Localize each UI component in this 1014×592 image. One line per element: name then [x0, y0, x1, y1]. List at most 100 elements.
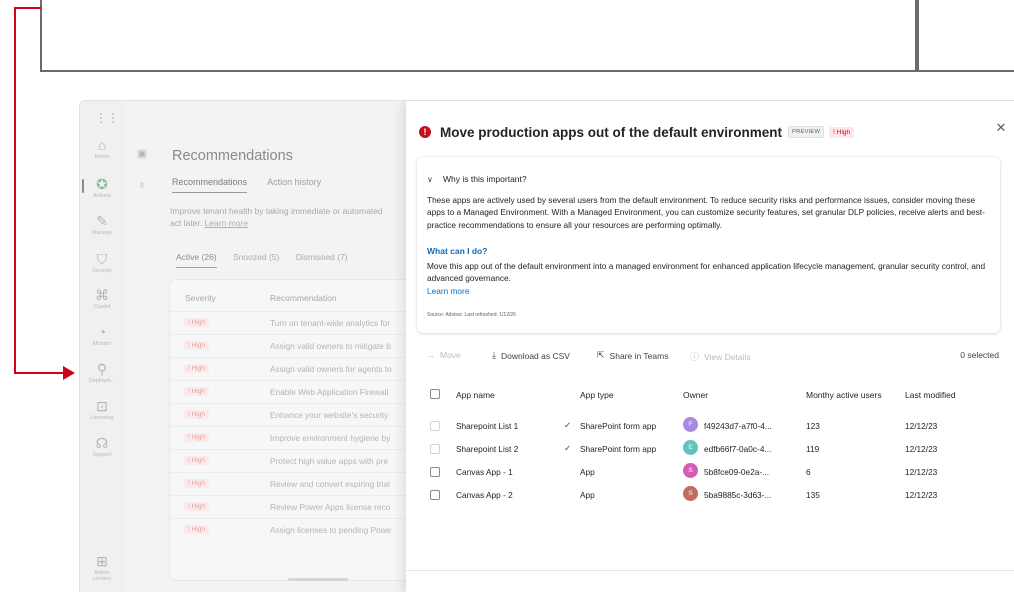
- why-text: These apps are actively used by several …: [427, 195, 985, 230]
- rail-label: Home: [94, 154, 110, 160]
- actions-icon: ✪: [96, 176, 108, 192]
- rail-item-security[interactable]: ⛉ Security: [80, 251, 124, 274]
- column-header-last-modified[interactable]: Last modified: [905, 390, 956, 400]
- rail-item-deployment[interactable]: ⚲ Deploym...: [80, 361, 124, 384]
- table-row[interactable]: Sharepoint List 2 ✓ SharePoint form app …: [421, 438, 1006, 461]
- chevron-down-icon: ∨: [427, 174, 433, 184]
- column-header-severity[interactable]: Severity: [185, 293, 216, 303]
- table-row[interactable]: Canvas App - 1 App S 5b8fce09-0e2a-... 6…: [421, 461, 1006, 484]
- why-important-toggle[interactable]: ∨ Why is this important?: [427, 174, 527, 184]
- app-type: SharePoint form app: [580, 421, 657, 431]
- panel-title: Move production apps out of the default …: [440, 124, 783, 140]
- app-launcher-icon[interactable]: ⋮⋮: [95, 112, 119, 124]
- recommendation-text: Assign valid owners to mitigate b: [270, 341, 391, 351]
- close-icon[interactable]: ✕: [994, 121, 1008, 135]
- recommendation-text: Review and convert expiring trial: [270, 479, 390, 489]
- table-row[interactable]: Canvas App - 2 App S 5ba9885c-3d63-... 1…: [421, 484, 1006, 507]
- learn-more-link[interactable]: Learn more: [205, 218, 248, 228]
- move-label: Move: [440, 350, 461, 360]
- monitor-icon: ◔: [97, 324, 107, 340]
- owner-id: f49243d7-a7f0-4...: [704, 421, 772, 431]
- last-modified: 12/12/23: [905, 490, 938, 500]
- app-name: Canvas App - 2: [456, 490, 513, 500]
- page-title: Recommendations: [172, 148, 293, 164]
- avatar: S: [683, 463, 698, 478]
- app-name: Sharepoint List 1: [456, 421, 519, 431]
- app-window: ⋮⋮ ⌂ Home ✪ Actions ✎ Manage ⛉ Security …: [79, 100, 1014, 592]
- canvas: ⋮⋮ ⌂ Home ✪ Actions ✎ Manage ⛉ Security …: [0, 0, 1014, 592]
- severity-badge: ! High: [184, 525, 209, 534]
- admin-centers-icon: ⊞: [96, 553, 108, 569]
- left-rail: ⋮⋮ ⌂ Home ✪ Actions ✎ Manage ⛉ Security …: [80, 101, 124, 592]
- annotation-rule: [917, 70, 1014, 72]
- severity-badge: ! High: [184, 502, 209, 511]
- tab-active[interactable]: Active (26): [176, 252, 217, 268]
- severity-badge: ! High: [184, 341, 209, 350]
- download-csv-button[interactable]: ⤓ Download as CSV: [492, 350, 570, 361]
- copilot-icon: ⌘: [95, 287, 109, 303]
- row-checkbox[interactable]: [430, 467, 440, 477]
- rail-label: Licensing: [90, 415, 114, 421]
- column-header-app-name[interactable]: App name: [456, 390, 495, 400]
- last-modified: 12/12/23: [905, 467, 938, 477]
- rail-label: Monitor: [92, 341, 112, 347]
- row-checkbox[interactable]: [430, 421, 440, 431]
- row-checkbox[interactable]: [430, 444, 440, 454]
- rail-item-manage[interactable]: ✎ Manage: [80, 213, 124, 236]
- recommendation-text: Enable Web Application Firewall: [270, 387, 389, 397]
- column-header-owner[interactable]: Owner: [683, 390, 708, 400]
- check-icon: ✓: [564, 443, 572, 453]
- rail-item-copilot[interactable]: ⌘ Copilot: [80, 287, 124, 310]
- rail-item-admin-centers[interactable]: ⊞ Admin centers: [80, 553, 124, 582]
- severity-badge: ! High: [184, 410, 209, 419]
- share-icon: ⇱: [597, 350, 605, 360]
- rail-item-actions[interactable]: ✪ Actions: [80, 176, 124, 199]
- table-row[interactable]: Sharepoint List 1 ✓ SharePoint form app …: [421, 415, 1006, 438]
- arrow-right-icon: →: [426, 350, 435, 360]
- rail-item-monitor[interactable]: ◔ Monitor: [80, 324, 124, 347]
- monthly-active-users: 123: [806, 421, 820, 431]
- owner-id: 5b8fce09-0e2a-...: [704, 467, 770, 477]
- tab-snoozed[interactable]: Snoozed (5): [233, 252, 279, 262]
- move-button[interactable]: → Move: [426, 350, 461, 360]
- licensing-icon: ⊡: [96, 398, 108, 414]
- tab-action-history[interactable]: Action history: [267, 177, 321, 187]
- rail-label: Actions: [92, 193, 112, 199]
- annotation-connector: [14, 372, 64, 374]
- shield-icon: ⛉: [96, 251, 108, 267]
- select-all-checkbox[interactable]: [430, 389, 440, 399]
- owner-id: 5ba9885c-3d63-...: [704, 490, 772, 500]
- rail-item-support[interactable]: ☊ Support: [80, 435, 124, 458]
- rail-item-home[interactable]: ⌂ Home: [80, 137, 124, 160]
- severity-badge: ! High: [184, 387, 209, 396]
- download-icon: ⤓: [492, 350, 496, 360]
- learn-more-link[interactable]: Learn more: [427, 286, 469, 296]
- view-details-button[interactable]: ⓘ View Details: [690, 350, 751, 363]
- column-header-recommendation[interactable]: Recommendation: [270, 293, 337, 303]
- tab-recommendations[interactable]: Recommendations: [172, 177, 248, 193]
- last-modified: 12/12/23: [905, 421, 938, 431]
- lightbulb-icon[interactable]: ♁: [136, 179, 148, 191]
- rail-item-licensing[interactable]: ⊡ Licensing: [80, 398, 124, 421]
- tab-dismissed[interactable]: Dismissed (7): [296, 252, 348, 262]
- rail-label: Deploym...: [88, 378, 116, 384]
- rail-label: centers: [92, 576, 112, 582]
- toolbar: → Move ⤓ Download as CSV ⇱ Share in Team…: [426, 350, 1006, 364]
- check-icon: ✓: [564, 420, 572, 430]
- description-text: act later.: [170, 218, 203, 228]
- monthly-active-users: 119: [806, 444, 820, 454]
- info-card: ∨ Why is this important? These apps are …: [417, 157, 1000, 333]
- column-header-app-type[interactable]: App type: [580, 390, 614, 400]
- horizontal-scrollbar[interactable]: [288, 578, 348, 581]
- severity-badge: ! High: [184, 433, 209, 442]
- severity-badge: ! High: [829, 126, 855, 138]
- row-checkbox[interactable]: [430, 490, 440, 500]
- page-tabs: Recommendations Action history: [172, 177, 339, 193]
- detail-panel: ! Move production apps out of the defaul…: [406, 101, 1014, 592]
- recommendation-text: Protect high value apps with pre: [270, 456, 389, 466]
- rail-label: Security: [92, 268, 112, 274]
- column-header-monthly-active-users[interactable]: Monthy active users: [806, 390, 882, 400]
- share-teams-button[interactable]: ⇱ Share in Teams: [597, 350, 668, 361]
- avatar: F: [683, 417, 698, 432]
- collapse-pane-icon[interactable]: ▣: [136, 148, 148, 160]
